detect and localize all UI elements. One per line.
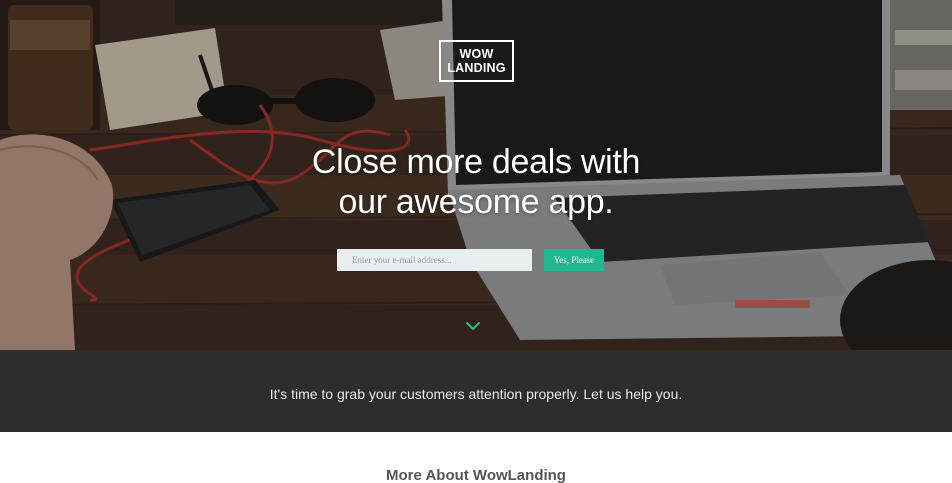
headline-line-2: our awesome app.: [338, 183, 614, 221]
hero-section: WOW LANDING Close more deals with our aw…: [0, 0, 952, 350]
headline-line-1: Close more deals with: [311, 143, 641, 181]
logo-line-1: WOW: [459, 47, 494, 61]
signup-button[interactable]: Yes, Please: [544, 249, 604, 271]
chevron-down-icon[interactable]: [465, 320, 481, 332]
email-input[interactable]: [337, 249, 532, 271]
logo[interactable]: WOW LANDING: [439, 40, 514, 82]
tagline-text: It's time to grab your customers attenti…: [269, 386, 683, 402]
about-section: More About WowLanding: [0, 432, 952, 483]
about-title: More About WowLanding: [386, 467, 566, 483]
tagline-band: It's time to grab your customers attenti…: [0, 350, 952, 432]
hero-headline: Close more deals with our awesome app.: [226, 142, 726, 222]
logo-line-2: LANDING: [447, 61, 506, 75]
